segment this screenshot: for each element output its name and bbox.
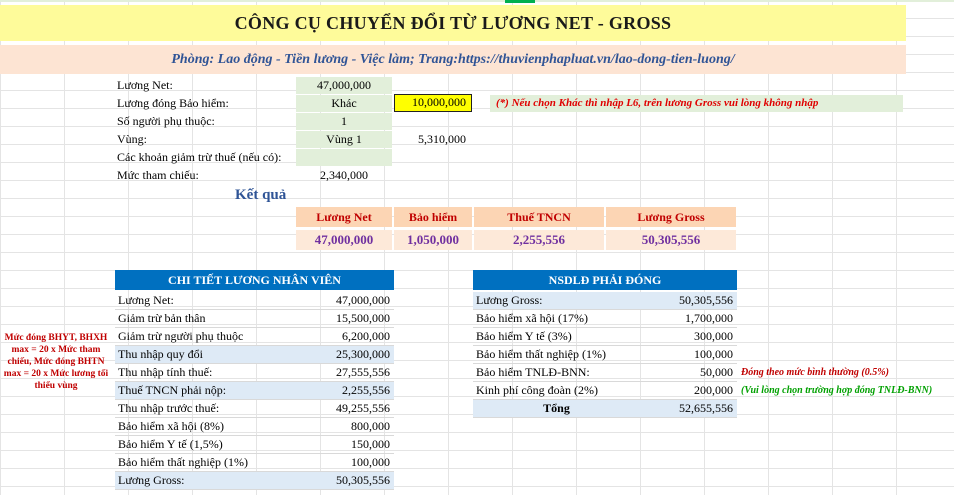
result-header-gross: Lương Gross: [606, 207, 736, 227]
table-row: Bảo hiểm thất nghiệp (1%) 100,000: [473, 346, 737, 364]
insurance-label: Lương đóng Bảo hiểm:: [117, 96, 229, 110]
row-label: Thu nhập tính thuế:: [118, 365, 213, 379]
row-label: Bảo hiểm TNLĐ-BNN:: [476, 365, 590, 379]
row-value: 800,000: [351, 419, 390, 433]
row-label: Thu nhập trước thuế:: [118, 401, 220, 415]
row-value: 300,000: [694, 329, 733, 343]
table-row: Thu nhập trước thuế: 49,255,556: [115, 400, 394, 418]
table-row: Lương Gross: 50,305,556: [473, 292, 737, 310]
row-value: 1,700,000: [685, 311, 733, 325]
net-input[interactable]: 47,000,000: [296, 77, 392, 94]
table-row: Giảm trừ người phụ thuộc 6,200,000: [115, 328, 394, 346]
table-row: Tổng 52,655,556: [473, 400, 737, 418]
employee-table-heading: CHI TIẾT LƯƠNG NHÂN VIÊN: [115, 270, 394, 290]
dependents-input[interactable]: 1: [296, 113, 392, 130]
table-row: Bảo hiểm thất nghiệp (1%) 100,000: [115, 454, 394, 472]
table-row: Thu nhập tính thuế: 27,555,556: [115, 364, 394, 382]
row-label: Lương Net:: [118, 293, 174, 307]
result-header-net: Lương Net: [296, 207, 392, 227]
row-label: Lương Gross:: [476, 293, 543, 307]
row-value: 100,000: [351, 455, 390, 469]
row-value: 15,500,000: [336, 311, 390, 325]
cell-cursor-mark: [505, 0, 535, 3]
dependents-label: Số người phụ thuộc:: [117, 114, 215, 128]
region-select[interactable]: Vùng 1: [296, 131, 392, 148]
row-label: Bảo hiểm xã hội (17%): [476, 311, 588, 325]
tnld-select-note: (Vui lòng chọn trường hợp đóng TNLĐ-BNN): [741, 385, 933, 396]
table-row: Thu nhập quy đổi 25,300,000: [115, 346, 394, 364]
row-label: Giảm trừ bản thân: [118, 311, 206, 325]
row-value: 50,000: [700, 365, 733, 379]
region-wage-value: 5,310,000: [418, 132, 466, 146]
insurance-amount-input[interactable]: 10,000,000: [394, 94, 472, 112]
table-row: Bảo hiểm xã hội (8%) 800,000: [115, 418, 394, 436]
row-value: 47,000,000: [336, 293, 390, 307]
row-value: 6,200,000: [342, 329, 390, 343]
row-label: Thu nhập quy đổi: [118, 347, 203, 361]
table-row: Lương Net: 47,000,000: [115, 292, 394, 310]
result-heading: Kết quả: [235, 187, 287, 203]
insurance-note: (*) Nếu chọn Khác thì nhập L6, trên lươn…: [490, 95, 903, 112]
page-subtitle: Phòng: Lao động - Tiền lương - Việc làm;…: [0, 45, 906, 74]
top-green-strip: [0, 0, 954, 2]
row-value: 100,000: [694, 347, 733, 361]
row-value: 2,255,556: [342, 383, 390, 397]
net-label: Lương Net:: [117, 78, 173, 92]
row-value: 200,000: [694, 383, 733, 397]
table-row: Lương Gross: 50,305,556: [115, 472, 394, 490]
table-row: Kinh phí công đoàn (2%) 200,000: [473, 382, 737, 400]
row-value: 50,305,556: [679, 293, 733, 307]
row-label: Kinh phí công đoàn (2%): [476, 383, 598, 397]
row-value: 150,000: [351, 437, 390, 451]
row-label: Bảo hiểm Y tế (1,5%): [118, 437, 223, 451]
row-label: Bảo hiểm Y tế (3%): [476, 329, 572, 343]
insurance-cap-note: Mức đóng BHYT, BHXH max = 20 x Mức tham …: [3, 333, 109, 391]
row-value: 49,255,556: [336, 401, 390, 415]
row-label: Bảo hiểm thất nghiệp (1%): [476, 347, 606, 361]
reference-label: Mức tham chiếu:: [117, 168, 199, 182]
row-label: Tổng: [543, 401, 570, 415]
region-label: Vùng:: [117, 132, 147, 146]
insurance-option-select[interactable]: Khác: [296, 95, 392, 112]
reference-value: 2,340,000: [320, 168, 368, 182]
row-label: Lương Gross:: [118, 473, 185, 487]
row-value: 50,305,556: [336, 473, 390, 487]
row-label: Giảm trừ người phụ thuộc: [118, 329, 244, 343]
deductions-input[interactable]: [296, 149, 392, 166]
result-value-net: 47,000,000: [296, 230, 392, 250]
row-value: 27,555,556: [336, 365, 390, 379]
table-row: Giảm trừ bản thân 15,500,000: [115, 310, 394, 328]
result-value-insurance: 1,050,000: [394, 230, 472, 250]
tnld-rate-note: Đóng theo mức bình thường (0.5%): [741, 367, 889, 378]
result-value-gross: 50,305,556: [606, 230, 736, 250]
table-row: Bảo hiểm xã hội (17%) 1,700,000: [473, 310, 737, 328]
row-label: Bảo hiểm thất nghiệp (1%): [118, 455, 248, 469]
page-title: CÔNG CỤ CHUYỂN ĐỔI TỪ LƯƠNG NET - GROSS: [0, 5, 906, 41]
result-value-tax: 2,255,556: [474, 230, 604, 250]
table-row: Bảo hiểm Y tế (1,5%) 150,000: [115, 436, 394, 454]
row-label: Thuế TNCN phải nộp:: [118, 383, 227, 397]
row-label: Bảo hiểm xã hội (8%): [118, 419, 224, 433]
table-row: Thuế TNCN phải nộp: 2,255,556: [115, 382, 394, 400]
result-header-insurance: Bảo hiểm: [394, 207, 472, 227]
table-row: Bảo hiểm Y tế (3%) 300,000: [473, 328, 737, 346]
row-value: 25,300,000: [336, 347, 390, 361]
deductions-label: Các khoản giảm trừ thuế (nếu có):: [117, 150, 282, 164]
employer-table-heading: NSDLĐ PHẢI ĐÓNG: [473, 270, 737, 290]
result-header-tax: Thuế TNCN: [474, 207, 604, 227]
row-value: 52,655,556: [679, 401, 733, 415]
table-row: Bảo hiểm TNLĐ-BNN: 50,000: [473, 364, 737, 382]
